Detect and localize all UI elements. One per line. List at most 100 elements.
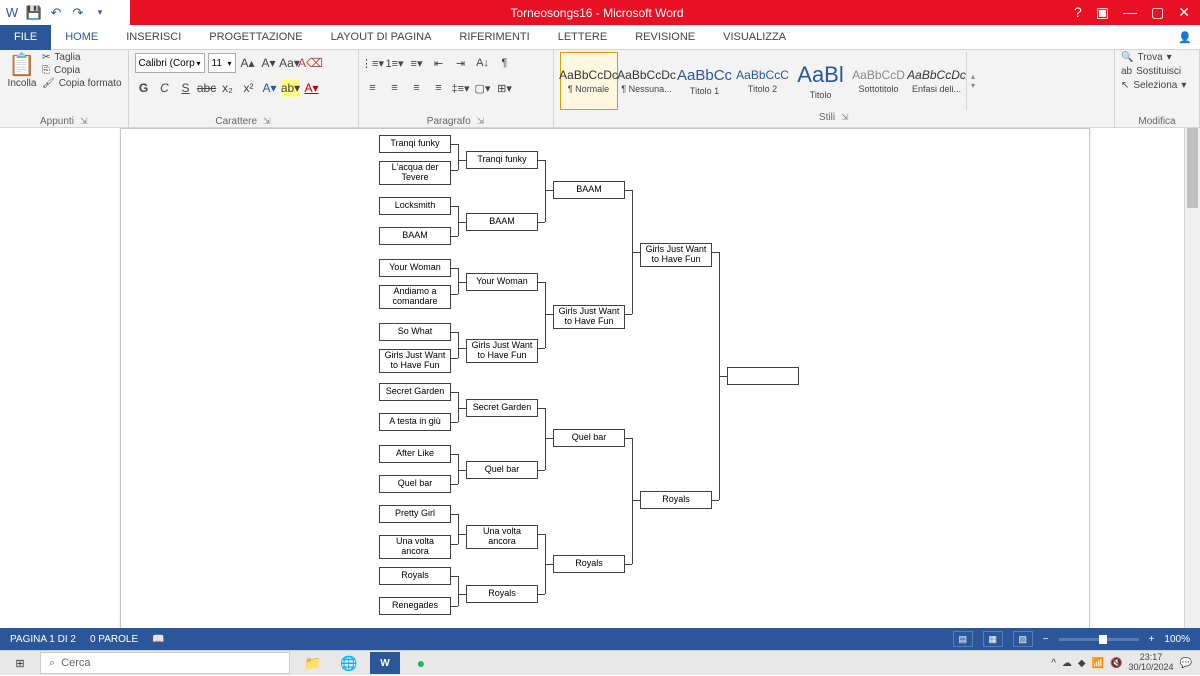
ribbon-toggle-icon[interactable]: ▣	[1096, 4, 1109, 21]
font-size-combo[interactable]: 11▾	[208, 53, 236, 73]
style-heading2[interactable]: AaBbCcCTitolo 2	[734, 52, 792, 110]
close-icon[interactable]: ✕	[1178, 4, 1190, 21]
paste-button[interactable]: 📋 Incolla	[6, 52, 38, 89]
tab-review[interactable]: REVISIONE	[621, 25, 709, 50]
style-title[interactable]: AaBlTitolo	[792, 52, 850, 110]
document-area[interactable]: Tranqi funkyL'acqua der TevereLocksmithB…	[0, 128, 1184, 640]
zoom-level[interactable]: 100%	[1164, 634, 1190, 645]
account-icon[interactable]: 👤	[1178, 31, 1192, 44]
align-right-icon[interactable]: ≡	[409, 80, 425, 96]
dialog-launcher-icon[interactable]: ⇲	[841, 112, 849, 123]
print-layout-icon[interactable]: ▦	[983, 631, 1003, 647]
web-layout-icon[interactable]: ▨	[1013, 631, 1033, 647]
help-icon[interactable]: ?	[1074, 4, 1082, 21]
taskbar-search[interactable]: ⌕Cerca	[40, 652, 290, 674]
style-normal[interactable]: AaBbCcDc¶ Normale	[560, 52, 618, 110]
bracket-node-r1-4: Your Woman	[379, 259, 451, 277]
wifi-icon[interactable]: 📶	[1092, 658, 1104, 669]
borders-icon[interactable]: ⊞▾	[497, 80, 513, 96]
outdent-icon[interactable]: ⇤	[431, 55, 447, 71]
tab-view[interactable]: VISUALIZZA	[709, 25, 800, 50]
pilcrow-icon[interactable]: ¶	[497, 55, 513, 71]
clear-format-icon[interactable]: A⌫	[302, 54, 320, 72]
bold-button[interactable]: G	[135, 79, 153, 97]
word-taskbar-icon[interactable]: W	[370, 652, 400, 674]
style-emphasis[interactable]: AaBbCcDcEnfasi deli...	[908, 52, 966, 110]
tab-layout[interactable]: LAYOUT DI PAGINA	[317, 25, 446, 50]
format-painter-button[interactable]: 🖌Copia formato	[42, 78, 122, 89]
text-effects-icon[interactable]: A▾	[261, 79, 279, 97]
word-count[interactable]: 0 PAROLE	[90, 634, 138, 645]
copy-button[interactable]: ⎘Copia	[42, 65, 122, 76]
tab-file[interactable]: FILE	[0, 25, 51, 50]
tray-icon[interactable]: ◆	[1078, 658, 1086, 669]
styles-more-button[interactable]: ▴▾	[966, 52, 980, 110]
zoom-out-button[interactable]: −	[1043, 634, 1049, 645]
tab-home[interactable]: HOME	[51, 25, 112, 50]
align-center-icon[interactable]: ≡	[387, 80, 403, 96]
zoom-in-button[interactable]: +	[1149, 634, 1155, 645]
sort-icon[interactable]: A↓	[475, 55, 491, 71]
bullets-icon[interactable]: ⋮≡▾	[365, 55, 381, 71]
clock[interactable]: 23:1730/10/2024	[1129, 653, 1174, 673]
font-name-combo[interactable]: Calibri (Corp▾	[135, 53, 205, 73]
redo-icon[interactable]: ↷	[70, 5, 86, 21]
replace-button[interactable]: abSostituisci	[1121, 66, 1186, 77]
page: Tranqi funkyL'acqua der TevereLocksmithB…	[120, 128, 1090, 640]
undo-icon[interactable]: ↶	[48, 5, 64, 21]
highlight-icon[interactable]: ab▾	[282, 79, 300, 97]
zoom-slider[interactable]	[1059, 638, 1139, 641]
indent-icon[interactable]: ⇥	[453, 55, 469, 71]
notifications-icon[interactable]: 💬	[1180, 658, 1192, 669]
vertical-scrollbar[interactable]: ▾	[1184, 128, 1200, 640]
style-nospacing[interactable]: AaBbCcDc¶ Nessuna...	[618, 52, 676, 110]
onedrive-icon[interactable]: ☁	[1062, 658, 1072, 669]
cut-button[interactable]: ✂Taglia	[42, 52, 122, 63]
group-label: Appunti	[40, 116, 74, 127]
multilevel-icon[interactable]: ≡▾	[409, 55, 425, 71]
justify-icon[interactable]: ≡	[431, 80, 447, 96]
volume-icon[interactable]: 🔇	[1110, 658, 1122, 669]
tray-chevron-icon[interactable]: ^	[1051, 658, 1056, 669]
style-subtitle[interactable]: AaBbCcDSottotitolo	[850, 52, 908, 110]
tab-references[interactable]: RIFERIMENTI	[445, 25, 543, 50]
dialog-launcher-icon[interactable]: ⇲	[477, 116, 485, 127]
page-indicator[interactable]: PAGINA 1 DI 2	[10, 634, 76, 645]
strike-button[interactable]: abc	[198, 79, 216, 97]
tab-insert[interactable]: INSERISCI	[112, 25, 195, 50]
group-label: Modifica	[1138, 116, 1175, 127]
qat-more-icon[interactable]: ▾	[92, 5, 108, 21]
superscript-button[interactable]: x²	[240, 79, 258, 97]
dialog-launcher-icon[interactable]: ⇲	[80, 116, 88, 127]
tab-design[interactable]: PROGETTAZIONE	[195, 25, 316, 50]
select-button[interactable]: ↖Seleziona ▾	[1121, 80, 1186, 91]
find-button[interactable]: 🔍Trova ▾	[1121, 52, 1186, 63]
read-mode-icon[interactable]: ▤	[953, 631, 973, 647]
underline-button[interactable]: S	[177, 79, 195, 97]
font-color-icon[interactable]: A▾	[303, 79, 321, 97]
shading-icon[interactable]: ▢▾	[475, 80, 491, 96]
scroll-thumb[interactable]	[1187, 128, 1198, 208]
zoom-thumb[interactable]	[1099, 635, 1107, 644]
maximize-icon[interactable]: ▢	[1151, 4, 1164, 21]
start-button[interactable]: ⊞	[0, 651, 40, 676]
minimize-icon[interactable]: —	[1123, 4, 1137, 21]
dialog-launcher-icon[interactable]: ⇲	[263, 116, 271, 127]
line-spacing-icon[interactable]: ‡≡▾	[453, 80, 469, 96]
bracket-node-r1-10: After Like	[379, 445, 451, 463]
tab-mailings[interactable]: LETTERE	[544, 25, 622, 50]
align-left-icon[interactable]: ≡	[365, 80, 381, 96]
grow-font-icon[interactable]: A▴	[239, 54, 257, 72]
save-icon[interactable]: 💾	[26, 5, 42, 21]
style-heading1[interactable]: AaBbCcTitolo 1	[676, 52, 734, 110]
explorer-icon[interactable]: 📁	[298, 652, 328, 674]
bracket-node-r1-0: Tranqi funky	[379, 135, 451, 153]
numbering-icon[interactable]: 1≡▾	[387, 55, 403, 71]
change-case-icon[interactable]: Aa▾	[281, 54, 299, 72]
proofing-icon[interactable]: 📖	[152, 634, 164, 645]
spotify-icon[interactable]: ●	[406, 652, 436, 674]
chrome-icon[interactable]: 🌐	[334, 652, 364, 674]
subscript-button[interactable]: x₂	[219, 79, 237, 97]
shrink-font-icon[interactable]: A▾	[260, 54, 278, 72]
italic-button[interactable]: C	[156, 79, 174, 97]
